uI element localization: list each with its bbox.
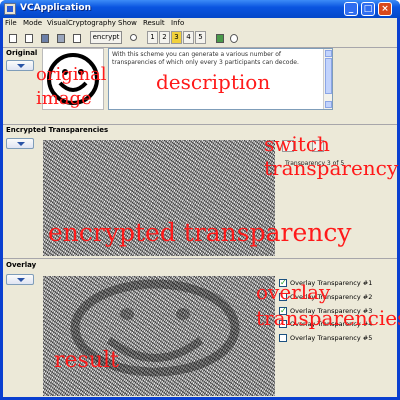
app-icon <box>4 3 16 15</box>
menu-visualcryptography[interactable]: VisualCryptography <box>47 19 116 27</box>
encrypted-section-label: Encrypted Transparencies <box>6 126 109 134</box>
number-3-button[interactable]: 3 <box>171 31 182 44</box>
overlay-checkbox-5-label: Overlay Transparency #5 <box>290 334 373 342</box>
description-scrollbar[interactable] <box>323 49 332 109</box>
annotation-transparencies: transparencies <box>256 306 400 330</box>
menu-info[interactable]: Info <box>171 19 184 27</box>
encrypted-dropdown-button[interactable] <box>6 138 34 149</box>
menu-bar: File Mode VisualCryptography Show Result… <box>3 18 397 29</box>
scroll-down-button[interactable] <box>325 101 332 108</box>
window-title: VCApplication <box>20 3 91 13</box>
separator <box>3 258 397 259</box>
menu-result[interactable]: Result <box>143 19 165 27</box>
number-1-button[interactable]: 1 <box>147 31 158 44</box>
minimize-button[interactable]: _ <box>344 2 358 16</box>
image-icon[interactable] <box>213 31 225 44</box>
save-icon[interactable] <box>38 31 50 44</box>
number-4-button[interactable]: 4 <box>183 31 194 44</box>
toolbar: encrypt 1 2 3 4 5 <box>3 30 397 46</box>
menu-mode[interactable]: Mode <box>23 19 42 27</box>
new-icon[interactable] <box>6 31 18 44</box>
annotation-overlay: overlay <box>256 280 331 304</box>
scroll-up-button[interactable] <box>325 50 332 57</box>
checkbox-5[interactable] <box>279 334 287 342</box>
overlay-section-label: Overlay <box>6 261 37 269</box>
print-icon[interactable] <box>70 31 82 44</box>
annotation-image: image <box>36 88 92 109</box>
annotation-result: result <box>54 348 119 373</box>
menu-show[interactable]: Show <box>118 19 137 27</box>
description-text: With this scheme you can generate a vari… <box>112 51 299 66</box>
open-icon[interactable] <box>22 31 34 44</box>
maximize-button[interactable]: □ <box>361 2 375 16</box>
separator <box>3 124 397 125</box>
annotation-original: original <box>36 64 107 85</box>
menu-file[interactable]: File <box>5 19 17 27</box>
original-dropdown-button[interactable] <box>6 60 34 71</box>
encrypt-button[interactable]: encrypt <box>90 31 122 44</box>
save-as-icon[interactable] <box>54 31 66 44</box>
overlay-dropdown-button[interactable] <box>6 274 34 285</box>
number-2-button[interactable]: 2 <box>159 31 170 44</box>
scroll-thumb[interactable] <box>325 58 332 94</box>
close-button[interactable]: × <box>378 2 392 16</box>
annotation-switch: switch <box>264 132 330 156</box>
annotation-transparency: transparency <box>264 156 399 180</box>
annotation-description: description <box>156 70 271 94</box>
overlay-result-image <box>43 276 275 396</box>
original-section-label: Original <box>6 49 38 57</box>
title-bar[interactable]: VCApplication _ □ × <box>0 0 400 18</box>
number-5-button[interactable]: 5 <box>195 31 206 44</box>
annotation-encrypted-transparency: encrypted transparency <box>48 218 352 247</box>
chat-icon[interactable] <box>227 31 239 44</box>
key-icon[interactable] <box>127 31 139 44</box>
